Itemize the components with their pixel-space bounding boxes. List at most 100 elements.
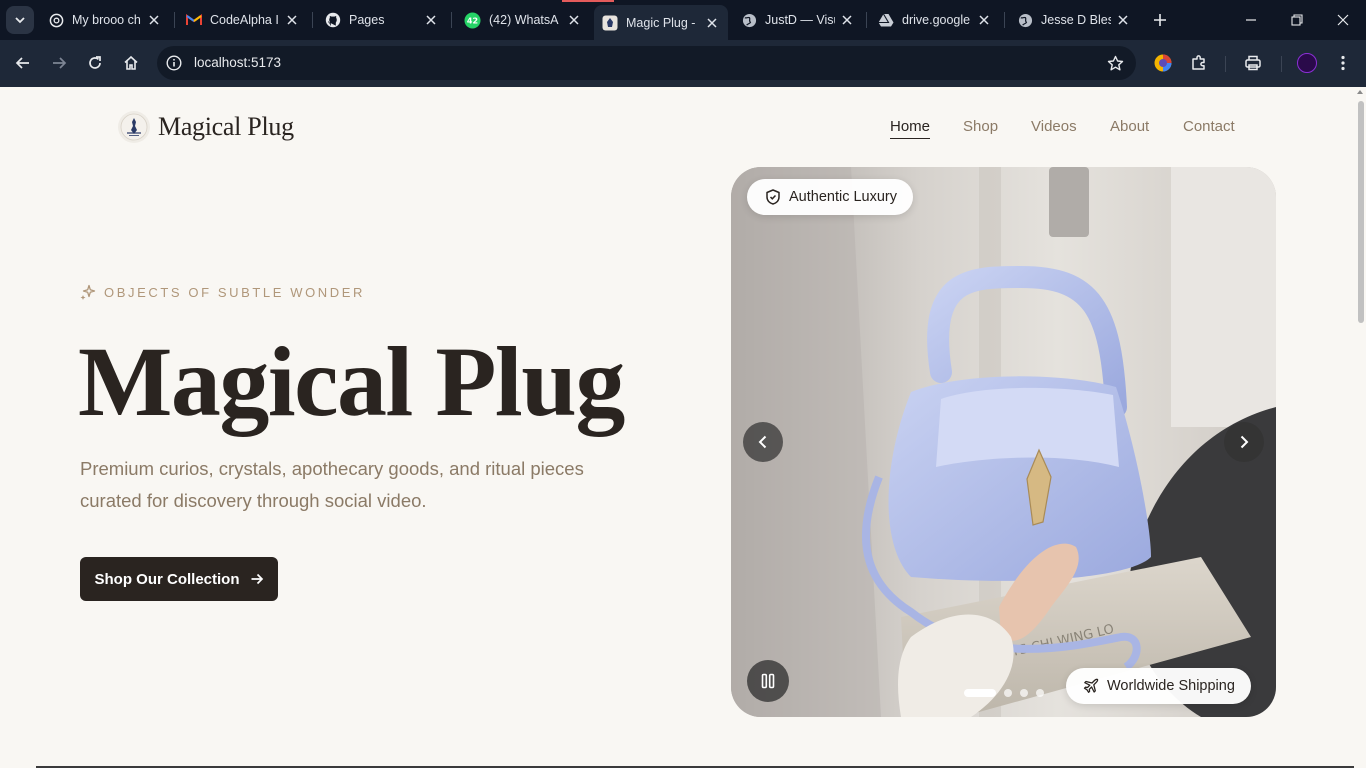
close-tab-icon[interactable] — [284, 12, 300, 28]
close-tab-icon[interactable] — [1115, 12, 1131, 28]
carousel-dot-4[interactable] — [1036, 689, 1044, 697]
close-tab-icon[interactable] — [976, 12, 992, 28]
tab-recording-indicator — [562, 0, 614, 2]
kebab-menu-icon — [1341, 55, 1345, 71]
carousel-pause-button[interactable] — [747, 660, 789, 702]
drive-icon — [878, 12, 894, 28]
carousel-prev-button[interactable] — [743, 422, 783, 462]
browser-tab[interactable]: CodeAlpha I — [178, 6, 308, 34]
bookmark-star-icon[interactable] — [1106, 54, 1124, 72]
badge-text: Worldwide Shipping — [1107, 678, 1235, 694]
page-scrollbar[interactable] — [1354, 87, 1366, 768]
shield-check-icon — [765, 189, 781, 205]
toolbar-separator — [1281, 56, 1282, 72]
hero-title: Magical Plug — [78, 326, 625, 437]
forward-button[interactable] — [47, 51, 71, 75]
browser-tab[interactable]: My brooo ch — [40, 6, 170, 34]
chevron-down-icon — [15, 17, 25, 24]
authentic-luxury-badge: Authentic Luxury — [747, 179, 914, 215]
url-text[interactable]: localhost:5173 — [194, 55, 281, 70]
site-favicon — [602, 15, 618, 31]
close-tab-icon[interactable] — [566, 12, 582, 28]
carousel-next-button[interactable] — [1224, 422, 1264, 462]
extension-google-lens-button[interactable] — [1151, 51, 1175, 75]
browser-tab-active[interactable]: Magic Plug - — [594, 5, 728, 40]
restore-icon — [1291, 14, 1303, 26]
nav-videos[interactable]: Videos — [1031, 118, 1077, 135]
browser-tab[interactable]: Jesse D Bless — [1009, 6, 1139, 34]
svg-text:42: 42 — [467, 16, 478, 25]
tab-separator — [312, 12, 313, 28]
tab-separator — [174, 12, 175, 28]
tab-title: Pages — [349, 13, 385, 27]
eyebrow-text: OBJECTS OF SUBTLE WONDER — [104, 284, 366, 300]
nav-home[interactable]: Home — [890, 118, 931, 139]
pause-icon — [761, 673, 775, 689]
browser-tab[interactable]: drive.google — [870, 6, 1000, 34]
site-info-icon[interactable] — [165, 54, 183, 72]
profile-avatar[interactable] — [1297, 53, 1317, 73]
hero-subtitle: Premium curios, crystals, apothecary goo… — [80, 458, 584, 511]
arrow-right-icon — [250, 572, 264, 586]
badge-text: Authentic Luxury — [789, 189, 898, 205]
tab-title: drive.google — [902, 13, 971, 27]
tab-title: My brooo ch — [72, 13, 141, 27]
close-tab-icon[interactable] — [704, 15, 720, 31]
browser-tab[interactable]: 42 (42) WhatsA — [456, 6, 590, 34]
tab-title: Jesse D Bless — [1041, 13, 1111, 27]
address-bar[interactable]: localhost:5173 — [157, 46, 1136, 80]
close-tab-icon[interactable] — [146, 12, 162, 28]
browser-menu-button[interactable] — [1331, 51, 1355, 75]
gmail-icon — [186, 12, 202, 28]
scrollbar-thumb[interactable] — [1358, 101, 1364, 323]
close-window-button[interactable] — [1331, 8, 1355, 32]
globe-icon — [741, 12, 757, 28]
extensions-button[interactable] — [1187, 51, 1211, 75]
browser-tab[interactable]: Pages — [317, 6, 447, 34]
browser-tab-strip: My brooo ch CodeAlpha I Pages 42 (42) Wh… — [0, 0, 1366, 40]
printer-icon — [1245, 55, 1261, 71]
nav-about[interactable]: About — [1110, 118, 1149, 135]
toolbar-separator — [1225, 56, 1226, 72]
arrow-right-icon — [53, 57, 67, 69]
web-page: Magical Plug Home Shop Videos About Cont… — [0, 87, 1366, 768]
scroll-up-arrow-icon[interactable] — [1357, 90, 1363, 94]
sparkles-icon — [80, 284, 96, 300]
tab-title: JustD — Visu — [765, 13, 835, 27]
tab-title: (42) WhatsA — [489, 13, 559, 27]
carousel-dot-1[interactable] — [964, 689, 996, 697]
plus-icon — [1154, 14, 1166, 26]
plane-icon — [1083, 678, 1099, 694]
home-button[interactable] — [119, 51, 143, 75]
restore-button[interactable] — [1285, 8, 1309, 32]
nav-shop[interactable]: Shop — [963, 118, 998, 135]
chevron-left-icon — [758, 435, 767, 449]
tab-title: CodeAlpha I — [210, 13, 279, 27]
puzzle-icon — [1192, 55, 1205, 70]
minimize-button[interactable] — [1239, 8, 1263, 32]
back-button[interactable] — [11, 51, 35, 75]
minimize-icon — [1246, 19, 1256, 21]
close-tab-icon[interactable] — [423, 12, 439, 28]
tab-search-button[interactable] — [6, 6, 34, 34]
home-icon — [124, 55, 138, 70]
shop-collection-button[interactable]: Shop Our Collection — [80, 557, 278, 601]
close-icon — [1337, 14, 1349, 26]
logo-emblem-icon — [118, 111, 150, 143]
reload-icon — [89, 56, 101, 69]
cta-label: Shop Our Collection — [94, 570, 240, 588]
nav-contact[interactable]: Contact — [1183, 118, 1235, 135]
print-button[interactable] — [1241, 51, 1265, 75]
arrow-left-icon — [15, 57, 29, 69]
carousel-dot-2[interactable] — [1004, 689, 1012, 697]
site-logo[interactable]: Magical Plug — [118, 111, 294, 143]
github-icon — [325, 12, 341, 28]
new-tab-button[interactable] — [1150, 10, 1170, 30]
reload-button[interactable] — [83, 51, 107, 75]
logo-text: Magical Plug — [158, 112, 294, 141]
tab-separator — [866, 12, 867, 28]
carousel-dots — [964, 689, 1052, 697]
carousel-dot-3[interactable] — [1020, 689, 1028, 697]
close-tab-icon[interactable] — [839, 12, 855, 28]
browser-tab[interactable]: JustD — Visu — [733, 6, 863, 34]
